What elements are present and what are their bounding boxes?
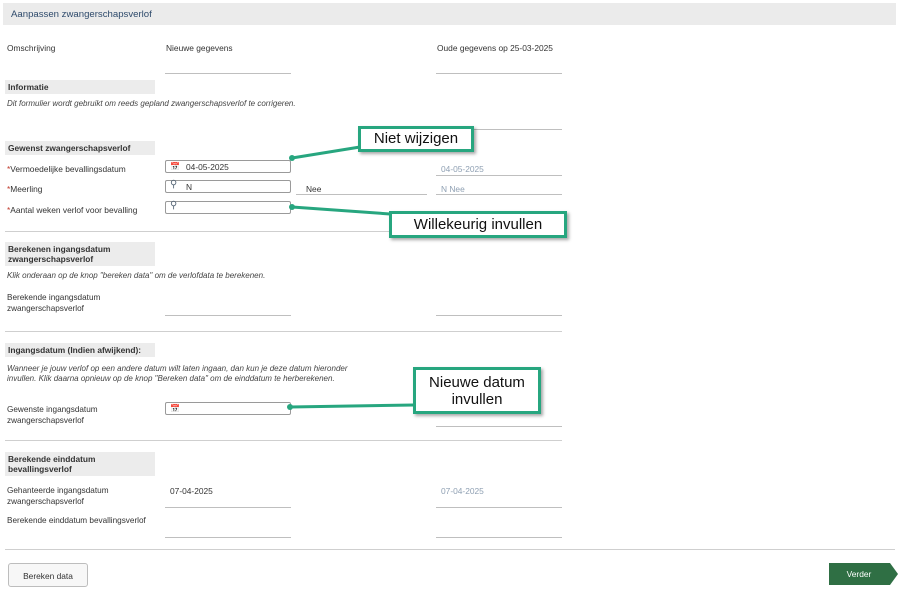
column-nieuwe-gegevens: Nieuwe gegevens bbox=[166, 43, 233, 53]
column-omschrijving: Omschrijving bbox=[7, 43, 56, 53]
search-icon[interactable]: ⚲ bbox=[170, 201, 177, 211]
field-label-bevallingsdatum: *Vermoedelijke bevallingsdatum bbox=[7, 164, 126, 174]
field-label-gewenste-ingangsdatum: Gewenste ingangsdatum zwangerschapsverlo… bbox=[7, 405, 98, 425]
field-label-gehanteerde-ingangsdatum: Gehanteerde ingangsdatum zwangerschapsve… bbox=[7, 486, 109, 506]
field-label-aantal-weken: *Aantal weken verlof voor bevalling bbox=[7, 205, 138, 215]
underline bbox=[436, 194, 562, 195]
underline bbox=[165, 537, 291, 538]
divider bbox=[5, 331, 562, 332]
meerling-old: N Nee bbox=[441, 184, 465, 194]
section-berekende-einddatum: Berekende einddatum bevallingsverlof bbox=[5, 452, 155, 476]
meerling-description: Nee bbox=[306, 184, 322, 194]
page-header: Aanpassen zwangerschapsverlof bbox=[3, 3, 896, 25]
underline bbox=[165, 73, 291, 74]
bevallingsdatum-input[interactable]: 📅 04-05-2025 bbox=[165, 160, 291, 173]
section-berekenen-ingangsdatum: Berekenen ingangsdatum zwangerschapsverl… bbox=[5, 242, 155, 266]
underline bbox=[436, 507, 562, 508]
underline bbox=[436, 537, 562, 538]
underline bbox=[296, 194, 427, 195]
underline bbox=[165, 315, 291, 316]
page-title: Aanpassen zwangerschapsverlof bbox=[11, 9, 152, 20]
underline bbox=[436, 315, 562, 316]
gehanteerde-ingangsdatum-old: 07-04-2025 bbox=[441, 486, 484, 496]
calendar-icon[interactable]: 📅 bbox=[170, 163, 180, 171]
aantal-weken-input[interactable]: ⚲ bbox=[165, 201, 291, 214]
verder-button[interactable]: Verder bbox=[829, 563, 898, 585]
gewenste-ingangsdatum-input[interactable]: 📅 bbox=[165, 402, 291, 415]
callout-niet-wijzigen: Niet wijzigen bbox=[358, 126, 474, 152]
field-label-berekende-einddatum: Berekende einddatum bevallingsverlof bbox=[7, 516, 146, 525]
underline bbox=[436, 426, 562, 427]
callout-willekeurig-invullen: Willekeurig invullen bbox=[389, 211, 567, 238]
bereken-data-button[interactable]: Bereken data bbox=[8, 563, 88, 587]
field-label-berekende-ingangsdatum: Berekende ingangsdatum zwangerschapsverl… bbox=[7, 293, 101, 313]
info-text: Dit formulier wordt gebruikt om reeds ge… bbox=[7, 99, 296, 108]
verder-button-label: Verder bbox=[846, 569, 872, 579]
divider bbox=[5, 440, 562, 441]
section-gewenst-verlof: Gewenst zwangerschapsverlof bbox=[5, 141, 155, 155]
afwijkend-text: Wanneer je jouw verlof op een andere dat… bbox=[7, 364, 348, 383]
field-label-meerling: *Meerling bbox=[7, 184, 43, 194]
underline bbox=[436, 175, 562, 176]
underline bbox=[165, 507, 291, 508]
berekenen-text: Klik onderaan op de knop "bereken data" … bbox=[7, 271, 266, 280]
section-ingangsdatum-afwijkend: Ingangsdatum (Indien afwijkend): bbox=[5, 343, 155, 357]
divider bbox=[5, 549, 895, 550]
callout-nieuwe-datum-invullen: Nieuwe datum invullen bbox=[413, 367, 541, 414]
calendar-icon[interactable]: 📅 bbox=[170, 405, 180, 413]
search-icon[interactable]: ⚲ bbox=[170, 180, 177, 190]
underline bbox=[436, 73, 562, 74]
bevallingsdatum-old: 04-05-2025 bbox=[441, 164, 484, 174]
column-oude-gegevens: Oude gegevens op 25-03-2025 bbox=[437, 43, 553, 53]
gehanteerde-ingangsdatum-value: 07-04-2025 bbox=[170, 486, 213, 496]
meerling-input[interactable]: ⚲ N bbox=[165, 180, 291, 193]
section-informatie: Informatie bbox=[5, 80, 155, 94]
